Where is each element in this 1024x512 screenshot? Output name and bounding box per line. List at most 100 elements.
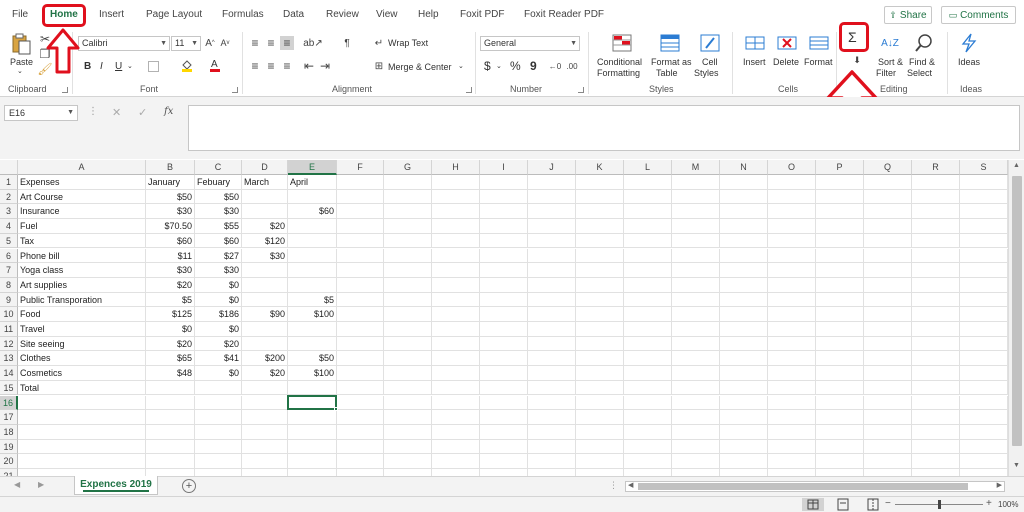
cell[interactable] <box>768 424 816 440</box>
cell[interactable] <box>576 454 624 469</box>
cell[interactable] <box>146 439 195 455</box>
row-header[interactable]: 10 <box>0 307 18 322</box>
bold-button[interactable]: B <box>84 61 91 72</box>
find-select-icon[interactable] <box>913 32 935 54</box>
cell[interactable] <box>960 307 1008 322</box>
cell[interactable] <box>768 233 816 249</box>
cell[interactable]: $5 <box>146 292 195 308</box>
cell[interactable] <box>528 351 576 367</box>
column-header[interactable]: K <box>576 160 624 175</box>
row-header[interactable]: 12 <box>0 336 18 352</box>
cell[interactable] <box>720 219 768 234</box>
cell[interactable]: $20 <box>146 336 195 352</box>
cell[interactable] <box>384 219 432 234</box>
cell[interactable] <box>960 380 1008 396</box>
format-as-table-label[interactable]: Format as <box>651 57 692 67</box>
cell[interactable] <box>432 292 480 308</box>
row-header[interactable]: 19 <box>0 439 18 455</box>
cell[interactable] <box>528 277 576 293</box>
cell[interactable] <box>864 424 912 440</box>
underline-dropdown-icon[interactable]: ⌄ <box>127 62 133 70</box>
cell[interactable] <box>242 204 288 220</box>
cell[interactable]: $11 <box>146 248 195 264</box>
row-header[interactable]: 18 <box>0 424 18 440</box>
cell[interactable]: $65 <box>146 351 195 367</box>
row-header[interactable]: 3 <box>0 204 18 220</box>
cell[interactable] <box>912 439 960 455</box>
cell-styles-label-2[interactable]: Styles <box>694 68 719 78</box>
cell[interactable] <box>912 469 960 476</box>
underline-button[interactable]: U <box>115 61 122 72</box>
cell[interactable] <box>288 277 337 293</box>
cell[interactable] <box>768 204 816 220</box>
cell[interactable] <box>288 263 337 278</box>
cell[interactable] <box>576 292 624 308</box>
cell[interactable] <box>672 380 720 396</box>
tab-foxit-pdf[interactable]: Foxit PDF <box>460 9 504 20</box>
cell[interactable] <box>18 410 146 425</box>
cell[interactable]: $30 <box>242 248 288 264</box>
paste-dropdown-icon[interactable]: ⌄ <box>17 67 23 75</box>
zoom-out-icon[interactable]: − <box>885 498 891 509</box>
cell[interactable] <box>672 292 720 308</box>
cell[interactable] <box>337 424 384 440</box>
sort-filter-label-2[interactable]: Filter <box>876 68 896 78</box>
cell[interactable] <box>480 248 528 264</box>
cell[interactable] <box>384 248 432 264</box>
cell[interactable] <box>912 380 960 396</box>
font-name-combo[interactable]: Calibri ▼ <box>78 36 170 51</box>
cell[interactable]: $60 <box>195 233 242 249</box>
cell[interactable] <box>432 175 480 190</box>
cell[interactable] <box>146 454 195 469</box>
cell[interactable] <box>624 175 672 190</box>
cell[interactable] <box>720 189 768 205</box>
cell[interactable] <box>288 248 337 264</box>
conditional-formatting-label-2[interactable]: Formatting <box>597 68 640 78</box>
cell[interactable] <box>672 351 720 367</box>
orientation-icon[interactable]: ab↗ <box>303 36 323 50</box>
cell[interactable] <box>576 322 624 337</box>
currency-button[interactable]: $ <box>484 59 491 73</box>
cell[interactable] <box>768 248 816 264</box>
cell[interactable] <box>864 395 912 411</box>
cell[interactable] <box>384 336 432 352</box>
cell[interactable] <box>195 424 242 440</box>
cell[interactable]: $50 <box>288 351 337 367</box>
cell[interactable] <box>720 395 768 411</box>
fill-color-icon[interactable] <box>180 58 194 72</box>
cell[interactable]: $186 <box>195 307 242 322</box>
cell[interactable] <box>864 219 912 234</box>
cell[interactable] <box>672 189 720 205</box>
wrap-text-label[interactable]: Wrap Text <box>388 38 428 48</box>
sheet-tab-expences-2019[interactable]: Expences 2019 <box>74 476 158 495</box>
cell[interactable] <box>720 366 768 381</box>
cell[interactable] <box>146 395 195 411</box>
cell[interactable] <box>480 307 528 322</box>
cell[interactable] <box>528 263 576 278</box>
cell[interactable] <box>384 322 432 337</box>
ideas-label[interactable]: Ideas <box>958 57 980 67</box>
find-select-label-2[interactable]: Select <box>907 68 932 78</box>
cell[interactable] <box>576 395 624 411</box>
cell[interactable] <box>720 439 768 455</box>
cell[interactable] <box>195 454 242 469</box>
column-header[interactable]: I <box>480 160 528 175</box>
cell[interactable] <box>624 454 672 469</box>
tab-page-layout[interactable]: Page Layout <box>146 9 202 20</box>
chevron-down-icon[interactable]: ▼ <box>67 106 74 120</box>
cell[interactable]: $30 <box>195 204 242 220</box>
cell[interactable] <box>337 351 384 367</box>
cell[interactable] <box>288 380 337 396</box>
worksheet-grid[interactable]: A B C D E F G H I J K L M N O P Q R S 1 Expenses January Febua… <box>0 160 1008 476</box>
cell[interactable] <box>528 366 576 381</box>
cell[interactable] <box>432 469 480 476</box>
cell[interactable] <box>528 395 576 411</box>
cell[interactable] <box>624 219 672 234</box>
format-as-table-label-2[interactable]: Table <box>656 68 678 78</box>
cell[interactable]: Food <box>18 307 146 322</box>
cell[interactable] <box>768 380 816 396</box>
cell[interactable] <box>242 469 288 476</box>
sort-filter-icon[interactable]: A↓Z <box>879 32 901 54</box>
column-header[interactable]: D <box>242 160 288 175</box>
prev-sheet-icon[interactable]: ◀ <box>14 480 20 489</box>
